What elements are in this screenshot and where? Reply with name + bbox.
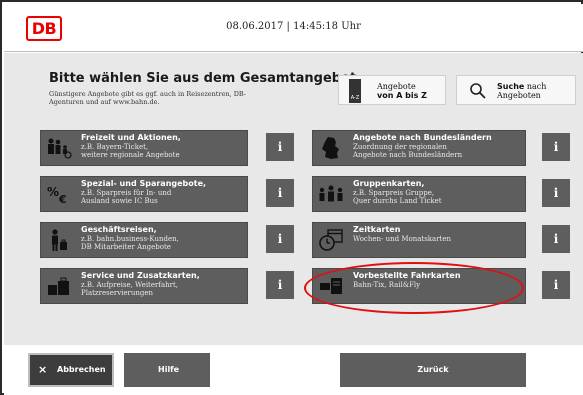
tile-gruppenkarten[interactable]: Gruppenkarten, z.B. Sparpreis Gruppe, Qu… bbox=[312, 176, 526, 212]
tile-title: Angebote nach Bundesländern bbox=[353, 133, 492, 142]
tile-bundeslaender[interactable]: Angebote nach Bundesländern Zuordnung de… bbox=[312, 130, 526, 166]
offers-a-to-z-button[interactable]: A-Z Angebote von A bis Z bbox=[338, 75, 446, 105]
info-button-zeitkarten[interactable]: i bbox=[542, 225, 570, 253]
info-button-geschaeftsreisen[interactable]: i bbox=[266, 225, 294, 253]
tile-desc: Zuordnung der regionalen Angebote nach B… bbox=[353, 143, 463, 159]
search-icon bbox=[470, 83, 486, 99]
info-button-service[interactable]: i bbox=[266, 271, 294, 299]
info-button-bundeslaender[interactable]: i bbox=[542, 133, 570, 161]
tile-title: Geschäftsreisen, bbox=[81, 225, 157, 234]
cancel-button[interactable]: × Abbrechen bbox=[28, 353, 114, 387]
svg-text:%: % bbox=[47, 185, 59, 199]
preordered-ticket-icon bbox=[313, 269, 349, 303]
tile-desc: z.B. bahn.business-Kunden, DB Mitarbeite… bbox=[81, 235, 179, 251]
tile-title: Zeitkarten bbox=[353, 225, 401, 234]
search-offers-label: Suche nach Angeboten bbox=[497, 82, 547, 100]
tile-title: Freizeit und Aktionen, bbox=[81, 133, 181, 142]
tile-service[interactable]: Service und Zusatzkarten, z.B. Aufpreise… bbox=[40, 268, 248, 304]
percent-euro-icon: % € bbox=[41, 177, 77, 211]
tile-title: Spezial- und Sparangebote, bbox=[81, 179, 207, 188]
info-button-gruppenkarten[interactable]: i bbox=[542, 179, 570, 207]
offers-a-to-z-label: Angebote von A bis Z bbox=[377, 82, 427, 100]
business-traveler-icon bbox=[41, 223, 77, 257]
tile-desc: z.B. Bayern-Ticket, weitere regionale An… bbox=[81, 143, 180, 159]
tile-vorbestellte-fahrkarten[interactable]: Vorbestellte Fahrkarten Bahn-Tix, Rail&F… bbox=[312, 268, 526, 304]
search-offers-button[interactable]: Suche nach Angeboten bbox=[456, 75, 576, 105]
tile-desc: z.B. Sparpreis Gruppe, Quer durchs Land … bbox=[353, 189, 442, 205]
tile-freizeit[interactable]: Freizeit und Aktionen, z.B. Bayern-Ticke… bbox=[40, 130, 248, 166]
main-area: Bitte wählen Sie aus dem Gesamtangebot. … bbox=[4, 53, 583, 345]
tile-desc: z.B. Sparpreis für In- und Ausland sowie… bbox=[81, 189, 172, 205]
calendar-clock-icon bbox=[313, 223, 349, 257]
info-button-vorbestellte-fahrkarten[interactable]: i bbox=[542, 271, 570, 299]
service-icon bbox=[41, 269, 77, 303]
family-icon bbox=[41, 131, 77, 165]
cancel-label: Abbrechen bbox=[57, 365, 106, 374]
germany-map-icon bbox=[313, 131, 349, 165]
info-button-spezial[interactable]: i bbox=[266, 179, 294, 207]
tile-desc: z.B. Aufpreise, Weiterfahrt, Platzreserv… bbox=[81, 281, 179, 297]
page-subtitle: Günstigere Angebote gibt es ggf. auch in… bbox=[49, 90, 246, 106]
az-list-icon: A-Z bbox=[349, 79, 361, 103]
header: DB 08.06.2017 | 14:45:18 Uhr bbox=[4, 4, 583, 52]
kiosk-frame: DB 08.06.2017 | 14:45:18 Uhr Bitte wähle… bbox=[0, 0, 583, 395]
tile-desc: Bahn-Tix, Rail&Fly bbox=[353, 281, 421, 289]
group-icon bbox=[313, 177, 349, 211]
tile-title: Gruppenkarten, bbox=[353, 179, 425, 188]
close-icon: × bbox=[38, 363, 48, 376]
help-button[interactable]: Hilfe bbox=[124, 353, 210, 387]
tile-zeitkarten[interactable]: Zeitkarten Wochen- und Monatskarten bbox=[312, 222, 526, 258]
info-button-freizeit[interactable]: i bbox=[266, 133, 294, 161]
page-title: Bitte wählen Sie aus dem Gesamtangebot. bbox=[49, 71, 362, 86]
tile-geschaeftsreisen[interactable]: Geschäftsreisen, z.B. bahn.business-Kund… bbox=[40, 222, 248, 258]
header-datetime: 08.06.2017 | 14:45:18 Uhr bbox=[226, 21, 361, 32]
back-button[interactable]: Zurück bbox=[340, 353, 526, 387]
tile-title: Service und Zusatzkarten, bbox=[81, 271, 200, 280]
tile-desc: Wochen- und Monatskarten bbox=[353, 235, 452, 243]
svg-text:€: € bbox=[58, 193, 67, 205]
tile-spezial[interactable]: % € Spezial- und Sparangebote, z.B. Sparp… bbox=[40, 176, 248, 212]
footer: × Abbrechen Hilfe Zurück bbox=[4, 345, 583, 395]
tile-title: Vorbestellte Fahrkarten bbox=[353, 271, 461, 280]
